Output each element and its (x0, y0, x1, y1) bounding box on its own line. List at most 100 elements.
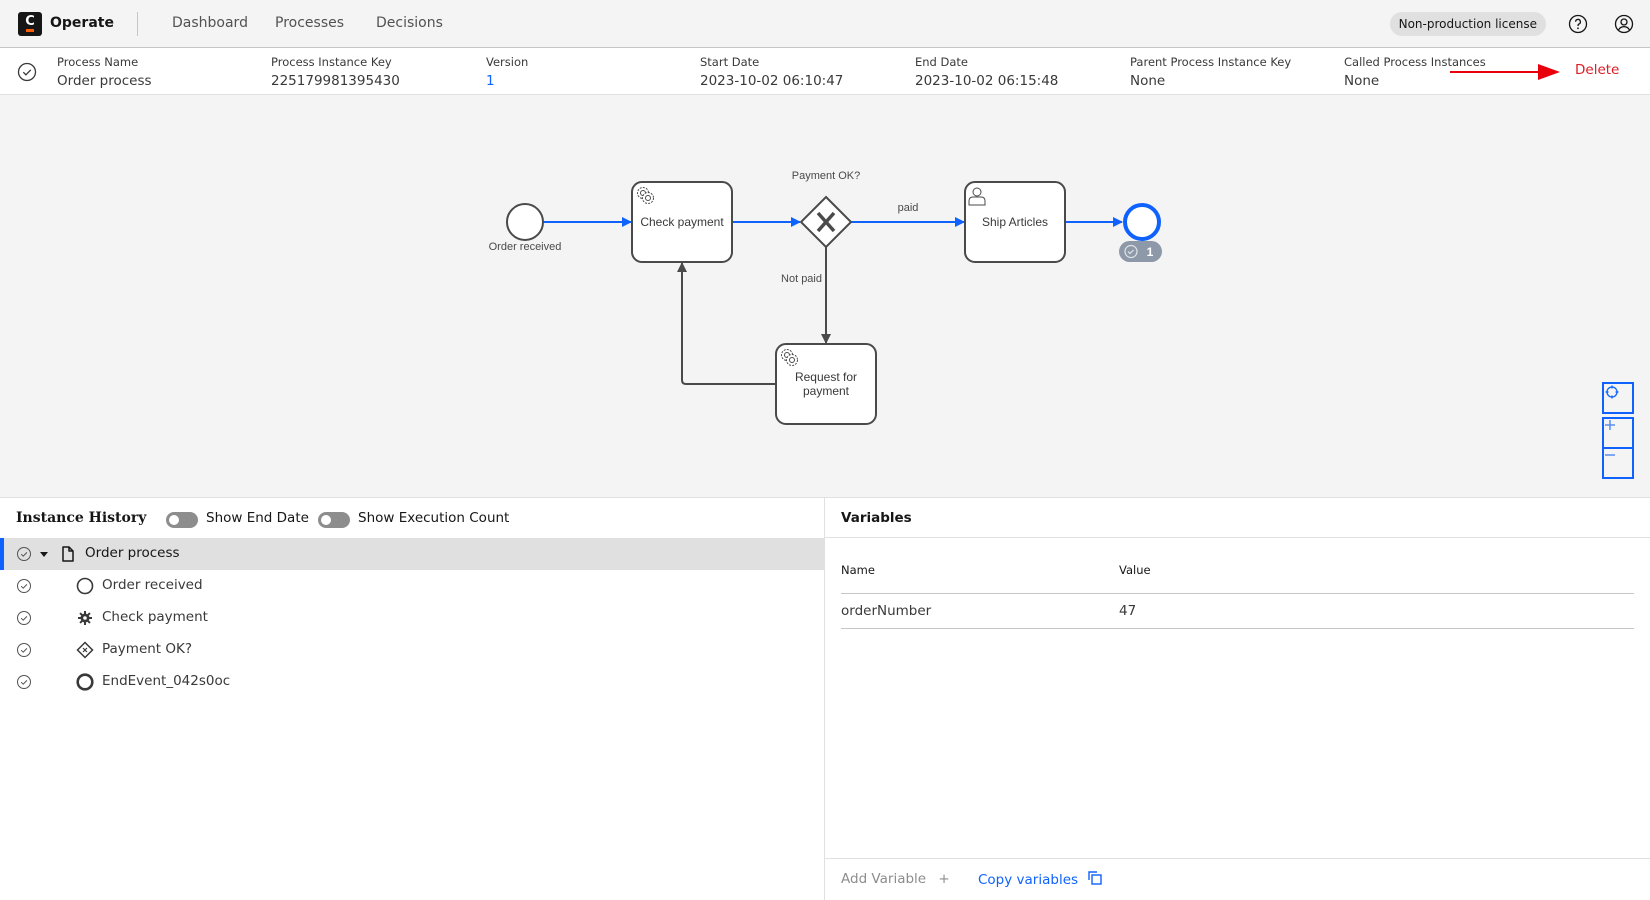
history-row-label: Order received (102, 577, 203, 593)
history-row-order-received[interactable]: Order received (0, 570, 824, 602)
copy-variables-button[interactable]: Copy variables (978, 871, 1103, 888)
history-row-payment-ok[interactable]: Payment OK? (0, 634, 824, 666)
plus-icon (1605, 420, 1615, 430)
variable-name: orderNumber (841, 603, 932, 619)
history-row-end-event[interactable]: EndEvent_042s0oc (0, 666, 824, 698)
completed-count-badge: 1 (1119, 241, 1162, 262)
zoom-out-button[interactable] (1602, 447, 1634, 479)
show-end-date-toggle[interactable] (166, 512, 198, 528)
add-variable-button[interactable]: Add Variable + (841, 871, 950, 887)
field-label: Process Instance Key (271, 55, 392, 69)
start-event-icon (76, 577, 94, 595)
bpmn-diagram-canvas[interactable]: paid Not paid Order received Check payme… (0, 95, 1650, 498)
task-ship-articles[interactable]: Ship Articles (964, 181, 1066, 263)
task-request-for-payment[interactable]: Request for payment (775, 343, 877, 425)
bpmn-diagram: paid Not paid Order received Check payme… (489, 170, 1162, 425)
plus-icon: + (938, 871, 950, 887)
divider (841, 593, 1634, 594)
instance-header: Process Name Order process Process Insta… (0, 48, 1650, 95)
task-label-line1: Request for (795, 370, 857, 384)
start-event-label: Order received (489, 241, 562, 253)
column-header-name: Name (841, 563, 875, 577)
exclusive-gateway[interactable] (799, 195, 853, 249)
task-label-line2: payment (803, 384, 850, 398)
annotation-arrow-icon (1450, 64, 1560, 80)
exclusive-gateway-icon (76, 641, 94, 659)
completed-check-icon (17, 675, 31, 689)
variable-value: 47 (1119, 603, 1137, 619)
reset-zoom-button[interactable] (1602, 382, 1634, 414)
field-value: 2023-10-02 06:10:47 (700, 73, 844, 89)
field-process-instance-key: Process Instance Key 225179981395430 (271, 55, 400, 89)
field-process-name: Process Name Order process (57, 55, 152, 89)
gateway-label: Payment OK? (792, 170, 860, 182)
field-value: 2023-10-02 06:15:48 (915, 73, 1059, 89)
top-navigation-bar: C Operate Dashboard Processes Decisions … (0, 0, 1650, 48)
zoom-in-button[interactable] (1602, 417, 1634, 449)
app-brand[interactable]: Operate (50, 15, 114, 31)
field-version: Version 1 (486, 55, 528, 89)
caret-down-icon[interactable] (39, 548, 49, 560)
column-header-value: Value (1119, 563, 1151, 577)
field-label: Start Date (700, 55, 760, 69)
show-execution-count-toggle[interactable] (318, 512, 350, 528)
copy-variables-label: Copy variables (978, 872, 1079, 888)
history-row-process[interactable]: Order process (0, 538, 824, 570)
variables-title: Variables (841, 510, 912, 526)
divider (825, 537, 1650, 538)
field-value: 225179981395430 (271, 73, 400, 89)
field-label: End Date (915, 55, 968, 69)
flow-label-not-paid: Not paid (781, 273, 822, 285)
field-label: Process Name (57, 55, 139, 69)
task-label: Ship Articles (982, 215, 1048, 229)
completed-check-icon (17, 547, 31, 561)
show-execution-count-label: Show Execution Count (358, 510, 510, 526)
completed-state-icon (17, 62, 37, 82)
completed-check-icon (17, 611, 31, 625)
divider (825, 858, 1650, 859)
flow-label-paid: paid (898, 202, 919, 214)
completed-check-icon (17, 579, 31, 593)
end-event[interactable] (1123, 203, 1161, 241)
history-row-check-payment[interactable]: Check payment (0, 602, 824, 634)
version-link[interactable]: 1 (486, 73, 528, 89)
history-row-label: EndEvent_042s0oc (102, 673, 231, 689)
field-value: Order process (57, 73, 152, 89)
badge-count: 1 (1147, 245, 1154, 259)
instance-history-panel: Instance History Show End Date Show Exec… (0, 498, 824, 900)
delete-button[interactable]: Delete (1575, 62, 1619, 78)
divider (137, 12, 138, 36)
show-end-date-label: Show End Date (206, 510, 309, 526)
end-event-icon (76, 673, 94, 691)
field-end-date: End Date 2023-10-02 06:15:48 (915, 55, 1058, 89)
field-value: None (1130, 73, 1166, 89)
service-task-gear-icon (78, 611, 92, 625)
variables-panel: Variables Name Value orderNumber 47 Add … (825, 498, 1650, 900)
history-row-label: Payment OK? (102, 641, 193, 657)
help-icon[interactable] (1568, 14, 1588, 34)
flow-request-to-check[interactable] (677, 262, 776, 385)
copy-icon (1088, 871, 1103, 885)
document-icon (62, 546, 74, 562)
task-check-payment[interactable]: Check payment (631, 181, 733, 263)
instance-history-title: Instance History (16, 510, 147, 526)
divider (841, 628, 1634, 629)
field-parent-instance-key: Parent Process Instance Key None (1130, 55, 1291, 89)
camunda-logo[interactable]: C (18, 12, 42, 36)
history-row-label: Order process (85, 545, 180, 561)
add-variable-label: Add Variable (841, 871, 927, 887)
field-start-date: Start Date 2023-10-02 06:10:47 (700, 55, 843, 89)
user-profile-icon[interactable] (1614, 14, 1634, 34)
crosshair-icon (1605, 385, 1619, 399)
completed-check-icon (17, 643, 31, 657)
minus-icon (1605, 454, 1615, 456)
history-row-label: Check payment (102, 609, 208, 625)
nav-processes[interactable]: Processes (275, 15, 344, 31)
start-event[interactable] (506, 203, 544, 241)
license-badge: Non-production license (1389, 12, 1546, 36)
nav-decisions[interactable]: Decisions (376, 15, 443, 31)
task-label: Check payment (640, 215, 724, 229)
field-label: Parent Process Instance Key (1130, 55, 1292, 69)
nav-dashboard[interactable]: Dashboard (172, 15, 248, 31)
field-label: Version (486, 55, 529, 69)
